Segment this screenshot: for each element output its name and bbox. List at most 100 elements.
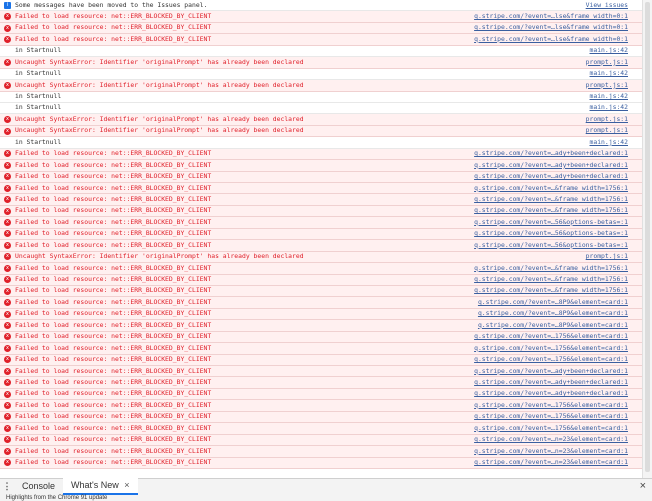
source-link[interactable]: prompt.js:1 bbox=[586, 57, 642, 68]
source-link[interactable]: q.stripe.com/?event=…ady+been+declared:1 bbox=[474, 171, 642, 182]
console-error-row[interactable]: x Failed to load resource: net::ERR_BLOCK… bbox=[0, 274, 642, 286]
tab-console-label: Console bbox=[22, 481, 56, 491]
console-message-text: Failed to load resource: net::ERR_BLOCKE… bbox=[15, 172, 212, 181]
error-icon: x bbox=[4, 321, 11, 329]
source-link[interactable]: q.stripe.com/?event=…1756&element=card:1 bbox=[474, 411, 642, 422]
source-link[interactable]: q.stripe.com/?event=…n=23&element=card:1 bbox=[474, 457, 642, 468]
source-link[interactable]: prompt.js:1 bbox=[586, 125, 642, 136]
console-error-row[interactable]: x Failed to load resource: net::ERR_BLOCK… bbox=[0, 331, 642, 344]
source-link[interactable]: q.stripe.com/?event=…1756&element=card:1 bbox=[474, 343, 642, 354]
console-error-row[interactable]: x Uncaught SyntaxError: Identifier 'origi… bbox=[0, 125, 642, 138]
console-error-row[interactable]: x Failed to load resource: net::ERR_BLOCK… bbox=[0, 183, 642, 195]
console-error-row[interactable]: x Failed to load resource: net::ERR_BLOCK… bbox=[0, 11, 642, 23]
error-icon: x bbox=[4, 367, 11, 375]
console-error-row[interactable]: x Failed to load resource: net::ERR_BLOCK… bbox=[0, 366, 642, 378]
error-icon: x bbox=[4, 150, 11, 158]
source-link[interactable]: q.stripe.com/?event=…8P9&element=card:1 bbox=[478, 308, 642, 319]
source-link[interactable]: q.stripe.com/?event=…n=23&element=card:1 bbox=[474, 434, 642, 445]
tab-close-icon[interactable]: × bbox=[124, 480, 129, 490]
console-error-row[interactable]: x Uncaught SyntaxError: Identifier 'origi… bbox=[0, 251, 642, 264]
source-link[interactable]: prompt.js:1 bbox=[586, 80, 642, 91]
console-error-row[interactable]: x Failed to load resource: net::ERR_BLOCK… bbox=[0, 171, 642, 183]
console-error-row[interactable]: x Uncaught SyntaxError: Identifier 'origi… bbox=[0, 57, 642, 69]
console-scrollbar[interactable] bbox=[643, 0, 652, 478]
view-issues-link[interactable]: View issues bbox=[586, 0, 642, 11]
console-error-row[interactable]: x Failed to load resource: net::ERR_BLOCK… bbox=[0, 400, 642, 412]
tab-whats-new[interactable]: What's New × bbox=[63, 478, 138, 495]
console-log-row[interactable]: in Startnull main.js:42 bbox=[0, 102, 642, 115]
source-link[interactable]: q.stripe.com/?event=…&frame_width=1756:1 bbox=[474, 194, 642, 205]
console-error-row[interactable]: x Failed to load resource: net::ERR_BLOCK… bbox=[0, 148, 642, 161]
source-link[interactable]: q.stripe.com/?event=…&frame_width=1756:1 bbox=[474, 274, 642, 285]
source-link[interactable]: q.stripe.com/?event=…lse&frame_width=0:1 bbox=[474, 11, 642, 22]
source-link[interactable]: q.stripe.com/?event=…56&options-betas=:1 bbox=[474, 240, 642, 251]
console-error-row[interactable]: x Failed to load resource: net::ERR_BLOCK… bbox=[0, 343, 642, 355]
console-error-row[interactable]: x Failed to load resource: net::ERR_BLOCK… bbox=[0, 446, 642, 458]
source-link[interactable]: main.js:42 bbox=[590, 68, 642, 79]
source-link[interactable]: q.stripe.com/?event=…ady+been+declared:1 bbox=[474, 377, 642, 388]
console-error-row[interactable]: x Failed to load resource: net::ERR_BLOCK… bbox=[0, 354, 642, 366]
console-error-row[interactable]: x Failed to load resource: net::ERR_BLOCK… bbox=[0, 205, 642, 218]
scrollbar-thumb[interactable] bbox=[645, 2, 650, 472]
source-link[interactable]: q.stripe.com/?event=…lse&frame_width=0:1 bbox=[474, 34, 642, 45]
console-error-row[interactable]: x Failed to load resource: net::ERR_BLOCK… bbox=[0, 434, 642, 447]
source-link[interactable]: q.stripe.com/?event=…ady+been+declared:1 bbox=[474, 160, 642, 171]
source-link[interactable]: q.stripe.com/?event=…lse&frame_width=0:1 bbox=[474, 22, 642, 33]
source-link[interactable]: prompt.js:1 bbox=[586, 114, 642, 125]
error-icon: x bbox=[4, 333, 11, 341]
console-error-row[interactable]: x Failed to load resource: net::ERR_BLOCK… bbox=[0, 263, 642, 275]
source-link[interactable]: q.stripe.com/?event=…&frame_width=1756:1 bbox=[474, 183, 642, 194]
source-link[interactable]: q.stripe.com/?event=…1756&element=card:1 bbox=[474, 423, 642, 434]
tab-console[interactable]: Console bbox=[14, 479, 63, 494]
source-link[interactable]: q.stripe.com/?event=…ady+been+declared:1 bbox=[474, 148, 642, 159]
console-message-text: Failed to load resource: net::ERR_BLOCKE… bbox=[15, 206, 212, 215]
drawer-close-icon[interactable]: × bbox=[640, 480, 646, 492]
source-link[interactable]: q.stripe.com/?event=…&frame_width=1756:1 bbox=[474, 205, 642, 216]
console-error-row[interactable]: x Failed to load resource: net::ERR_BLOCK… bbox=[0, 217, 642, 229]
console-error-row[interactable]: x Failed to load resource: net::ERR_BLOCK… bbox=[0, 308, 642, 321]
console-error-row[interactable]: x Failed to load resource: net::ERR_BLOCK… bbox=[0, 228, 642, 241]
console-error-row[interactable]: x Failed to load resource: net::ERR_BLOCK… bbox=[0, 320, 642, 332]
console-error-row[interactable]: x Failed to load resource: net::ERR_BLOCK… bbox=[0, 423, 642, 435]
source-link[interactable]: main.js:42 bbox=[590, 102, 642, 113]
console-error-row[interactable]: x Failed to load resource: net::ERR_BLOCK… bbox=[0, 297, 642, 309]
source-link[interactable]: q.stripe.com/?event=…&frame_width=1756:1 bbox=[474, 285, 642, 296]
source-link[interactable]: main.js:42 bbox=[590, 137, 642, 148]
console-message-text: Failed to load resource: net::ERR_BLOCKE… bbox=[15, 275, 212, 283]
source-link[interactable]: q.stripe.com/?event=…1756&element=card:1 bbox=[474, 354, 642, 365]
error-icon: x bbox=[4, 276, 11, 284]
error-icon: x bbox=[4, 379, 11, 387]
source-link[interactable]: q.stripe.com/?event=…1756&element=card:1 bbox=[474, 400, 642, 411]
console-error-row[interactable]: x Failed to load resource: net::ERR_BLOCK… bbox=[0, 457, 642, 469]
issues-banner-row[interactable]: i Some messages have been moved to the Is… bbox=[0, 0, 642, 12]
source-link[interactable]: q.stripe.com/?event=…n=23&element=card:1 bbox=[474, 446, 642, 457]
console-log-row[interactable]: in Startnull main.js:42 bbox=[0, 45, 642, 58]
source-link[interactable]: q.stripe.com/?event=…8P9&element=card:1 bbox=[478, 320, 642, 331]
console-log-row[interactable]: in Startnull main.js:42 bbox=[0, 91, 642, 103]
source-link[interactable]: main.js:42 bbox=[590, 91, 642, 102]
source-link[interactable]: q.stripe.com/?event=…56&options-betas=:1 bbox=[474, 217, 642, 228]
source-link[interactable]: q.stripe.com/?event=…8P9&element=card:1 bbox=[478, 297, 642, 308]
console-error-row[interactable]: x Failed to load resource: net::ERR_BLOCK… bbox=[0, 411, 642, 424]
source-link[interactable]: q.stripe.com/?event=…56&options-betas=:1 bbox=[474, 228, 642, 239]
console-error-row[interactable]: x Failed to load resource: net::ERR_BLOCK… bbox=[0, 377, 642, 389]
console-error-row[interactable]: x Uncaught SyntaxError: Identifier 'origi… bbox=[0, 114, 642, 126]
console-error-row[interactable]: x Failed to load resource: net::ERR_BLOCK… bbox=[0, 285, 642, 298]
source-link[interactable]: main.js:42 bbox=[590, 45, 642, 56]
console-error-row[interactable]: x Failed to load resource: net::ERR_BLOCK… bbox=[0, 194, 642, 206]
console-error-row[interactable]: x Failed to load resource: net::ERR_BLOCK… bbox=[0, 240, 642, 252]
source-link[interactable]: prompt.js:1 bbox=[586, 251, 642, 262]
console-error-row[interactable]: x Uncaught SyntaxError: Identifier 'origi… bbox=[0, 80, 642, 92]
source-link[interactable]: q.stripe.com/?event=…ady+been+declared:1 bbox=[474, 366, 642, 377]
console-error-row[interactable]: x Failed to load resource: net::ERR_BLOCK… bbox=[0, 22, 642, 35]
console-error-row[interactable]: x Failed to load resource: net::ERR_BLOCK… bbox=[0, 160, 642, 172]
drawer-menu-icon[interactable]: ⋮ bbox=[0, 481, 14, 492]
source-link[interactable]: q.stripe.com/?event=…ady+been+declared:1 bbox=[474, 388, 642, 399]
source-link[interactable]: q.stripe.com/?event=…1756&element=card:1 bbox=[474, 331, 642, 342]
console-log-row[interactable]: in Startnull main.js:42 bbox=[0, 137, 642, 149]
console-error-row[interactable]: x Failed to load resource: net::ERR_BLOCK… bbox=[0, 388, 642, 401]
console-error-row[interactable]: x Failed to load resource: net::ERR_BLOCK… bbox=[0, 34, 642, 46]
console-log-row[interactable]: in Startnull main.js:42 bbox=[0, 68, 642, 81]
source-link[interactable]: q.stripe.com/?event=…&frame_width=1756:1 bbox=[474, 263, 642, 274]
console-message-text: Failed to load resource: net::ERR_BLOCKE… bbox=[15, 23, 212, 32]
